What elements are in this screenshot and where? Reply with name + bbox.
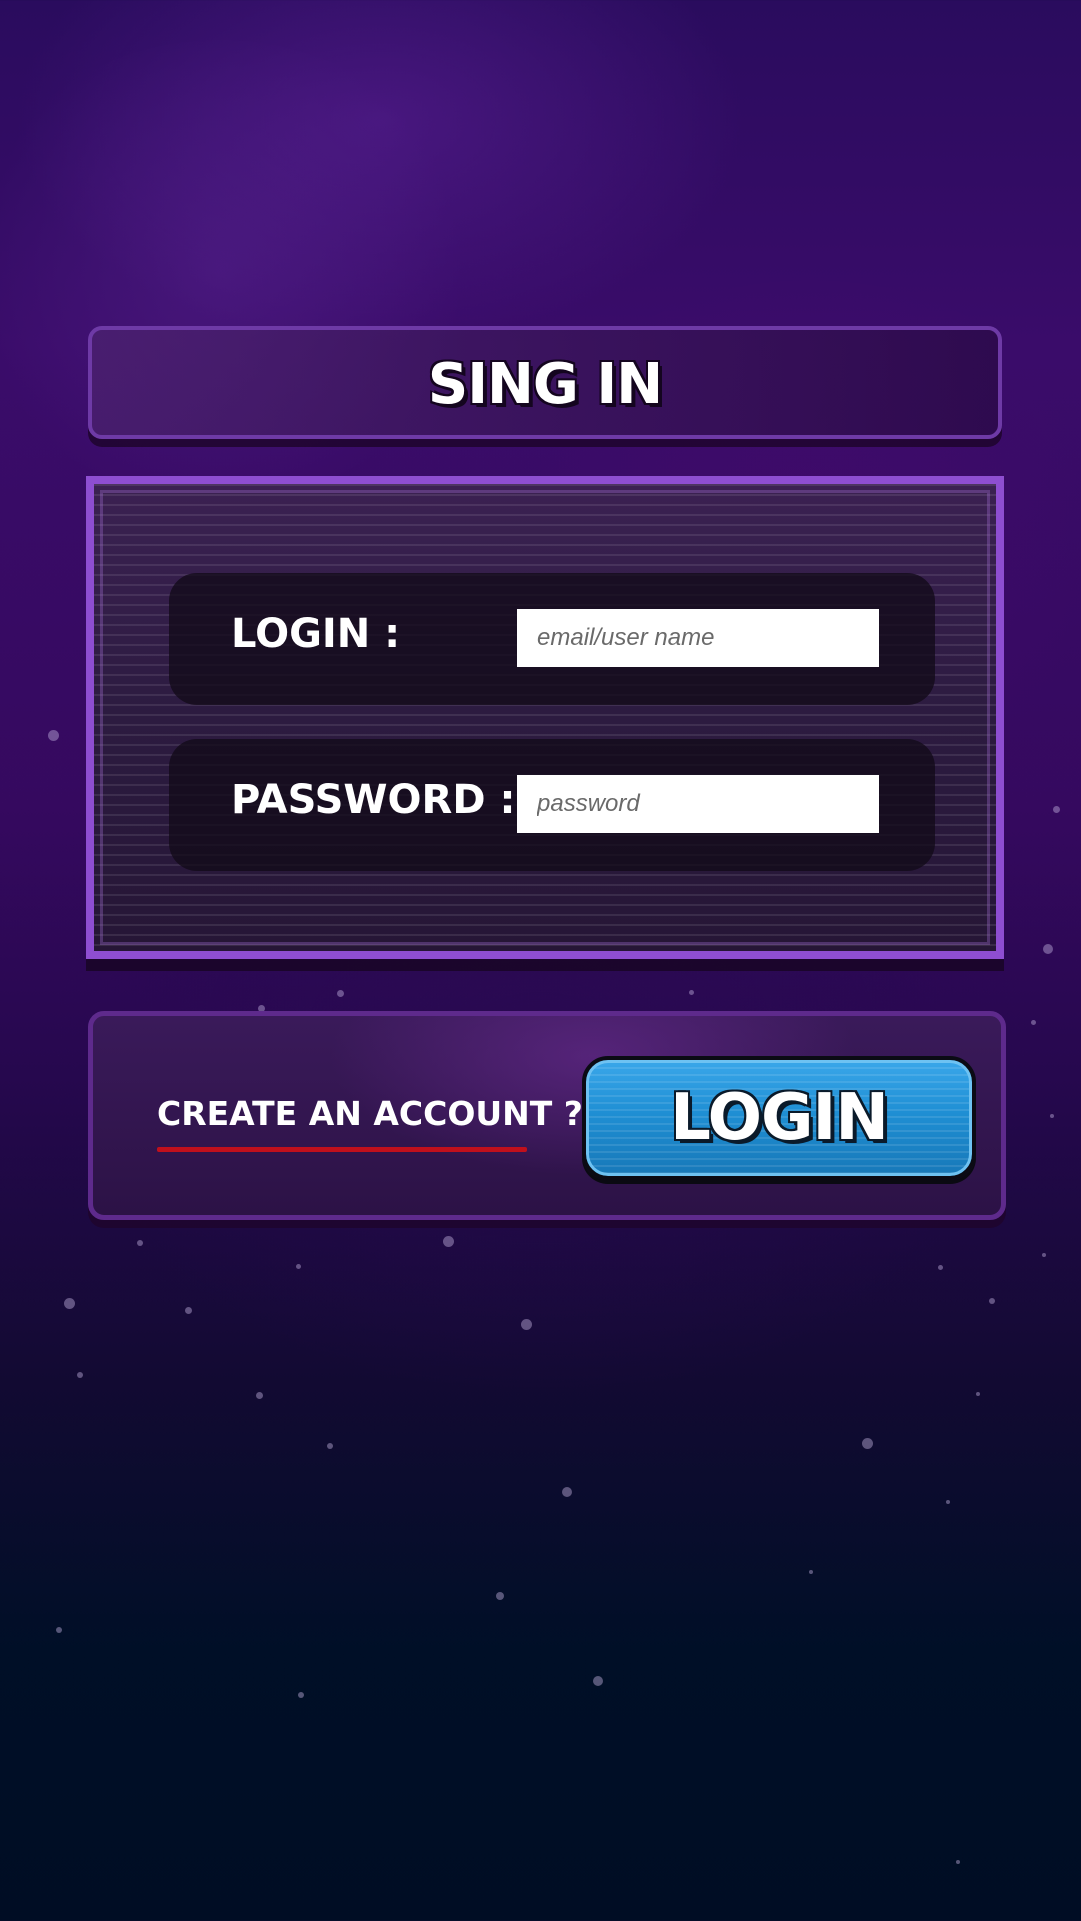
panel-inner-border (100, 490, 990, 945)
login-input[interactable] (517, 609, 879, 667)
title-panel: SING IN (88, 326, 1002, 439)
login-label: LOGIN : (231, 611, 401, 657)
login-button[interactable]: LOGIN (582, 1056, 976, 1180)
create-account-link[interactable]: CREATE AN ACCOUNT ? (157, 1094, 583, 1141)
password-field-row: PASSWORD : (169, 739, 935, 871)
password-input[interactable] (517, 775, 879, 833)
page-title: SING IN (427, 352, 663, 417)
login-field-row: LOGIN : (169, 573, 935, 705)
login-form-panel: LOGIN : PASSWORD : (86, 476, 1004, 959)
action-panel: CREATE AN ACCOUNT ? LOGIN (88, 1011, 1006, 1220)
password-label: PASSWORD : (231, 777, 516, 823)
create-account-underline (157, 1147, 527, 1152)
